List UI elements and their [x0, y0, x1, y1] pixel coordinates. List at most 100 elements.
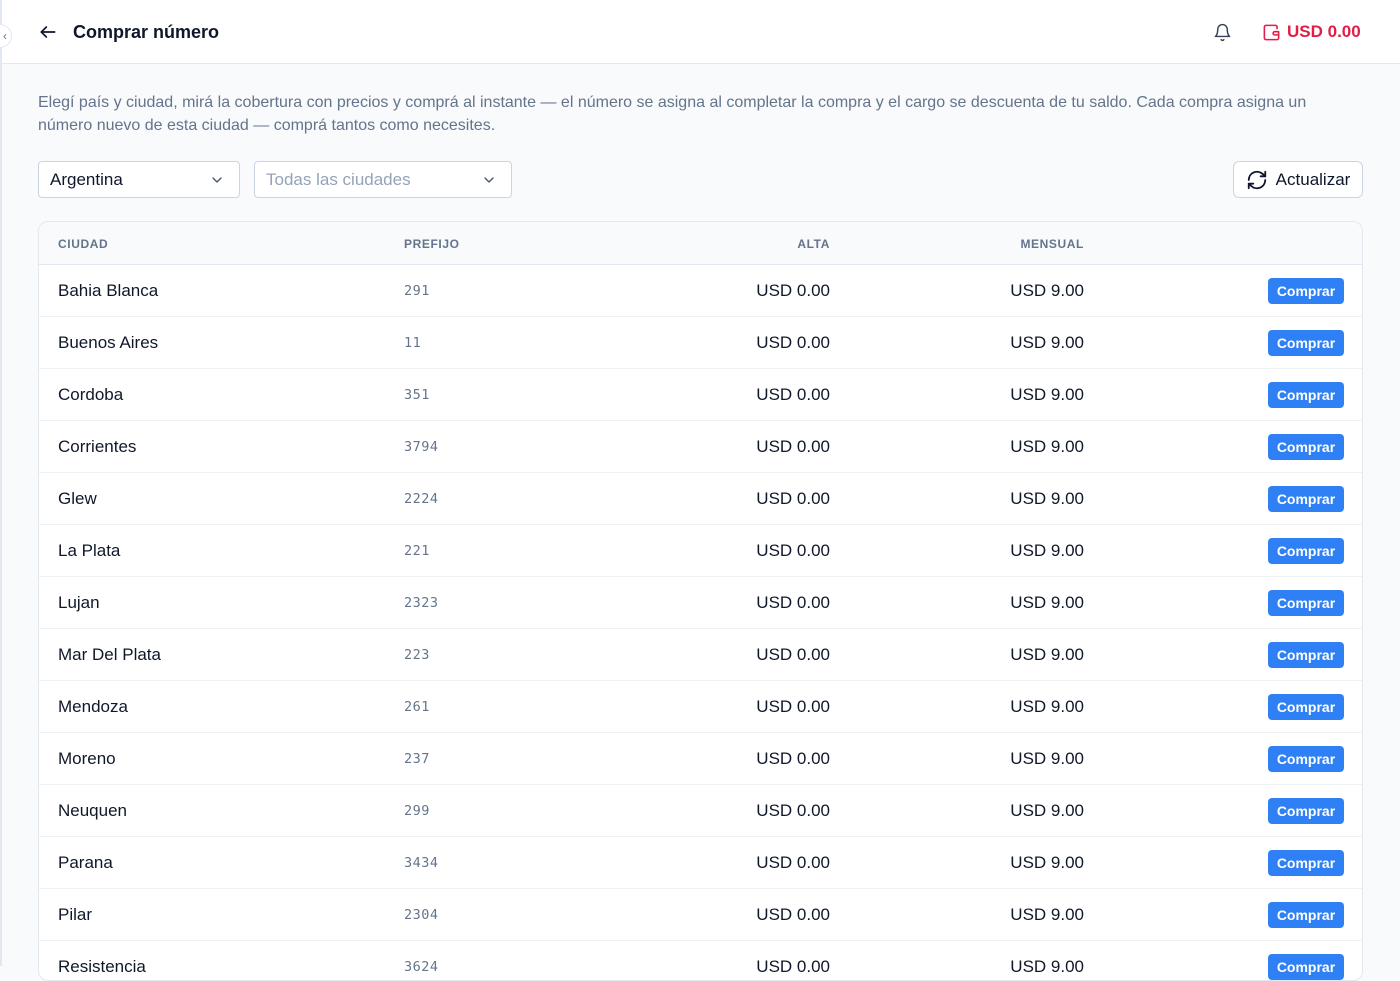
row-city: Corrientes — [58, 436, 137, 456]
column-header-city[interactable]: CIUDAD — [58, 237, 108, 251]
table-row: Parana 3434 USD 0.00 USD 9.00 Comprar — [39, 837, 1362, 889]
row-monthly-price: USD 9.00 — [1010, 904, 1084, 924]
row-monthly-price: USD 9.00 — [1010, 436, 1084, 456]
table-header: CIUDAD PREFIJO ALTA MENSUAL — [39, 222, 1362, 265]
row-monthly-price: USD 9.00 — [1010, 644, 1084, 664]
row-city: Neuquen — [58, 800, 128, 820]
row-city: Moreno — [58, 748, 116, 768]
table-row: Glew 2224 USD 0.00 USD 9.00 Comprar — [39, 473, 1362, 525]
row-prefix: 221 — [404, 542, 430, 559]
buy-button[interactable]: Comprar — [1268, 538, 1344, 564]
row-monthly-price: USD 9.00 — [1010, 696, 1084, 716]
row-alta-price: USD 0.00 — [756, 540, 830, 560]
table-row: Pilar 2304 USD 0.00 USD 9.00 Comprar — [39, 889, 1362, 941]
row-alta-price: USD 0.00 — [756, 956, 830, 976]
numbers-table: CIUDAD PREFIJO ALTA MENSUAL Bahia Blanca… — [38, 221, 1363, 981]
row-alta-price: USD 0.00 — [756, 436, 830, 456]
back-button[interactable] — [36, 20, 60, 44]
wallet-icon — [1263, 24, 1280, 40]
buy-button[interactable]: Comprar — [1268, 902, 1344, 928]
row-prefix: 291 — [404, 282, 430, 299]
row-city: Bahia Blanca — [58, 280, 159, 300]
table-row: Lujan 2323 USD 0.00 USD 9.00 Comprar — [39, 577, 1362, 629]
row-alta-price: USD 0.00 — [756, 644, 830, 664]
buy-button[interactable]: Comprar — [1268, 694, 1344, 720]
row-alta-price: USD 0.00 — [756, 904, 830, 924]
country-select-value: Argentina — [50, 169, 123, 189]
page-title: Comprar número — [73, 22, 220, 42]
buy-button[interactable]: Comprar — [1268, 382, 1344, 408]
row-city: Mar Del Plata — [58, 644, 161, 664]
buy-button[interactable]: Comprar — [1268, 590, 1344, 616]
row-city: Parana — [58, 852, 113, 872]
buy-button[interactable]: Comprar — [1268, 330, 1344, 356]
row-alta-price: USD 0.00 — [756, 332, 830, 352]
row-prefix: 223 — [404, 646, 430, 663]
row-city: Cordoba — [58, 384, 124, 404]
column-header-mensual[interactable]: MENSUAL — [1020, 237, 1084, 251]
table-row: Corrientes 3794 USD 0.00 USD 9.00 Comprar — [39, 421, 1362, 473]
row-prefix: 2304 — [404, 906, 439, 923]
row-city: Mendoza — [58, 696, 128, 716]
balance-display[interactable]: USD 0.00 — [1262, 20, 1361, 44]
buy-button[interactable]: Comprar — [1268, 798, 1344, 824]
buy-button[interactable]: Comprar — [1268, 486, 1344, 512]
row-prefix: 3624 — [404, 958, 439, 975]
row-monthly-price: USD 9.00 — [1010, 800, 1084, 820]
row-prefix: 261 — [404, 698, 430, 715]
column-header-alta[interactable]: ALTA — [797, 237, 830, 251]
row-alta-price: USD 0.00 — [756, 488, 830, 508]
city-select-placeholder: Todas las ciudades — [266, 169, 411, 189]
row-monthly-price: USD 9.00 — [1010, 540, 1084, 560]
refresh-icon — [1247, 170, 1266, 189]
refresh-button-label: Actualizar — [1275, 169, 1351, 189]
top-header: Comprar número USD 0.00 — [2, 0, 1400, 64]
city-select[interactable]: Todas las ciudades — [254, 161, 512, 198]
row-city: Lujan — [58, 592, 100, 612]
buy-button[interactable]: Comprar — [1268, 434, 1344, 460]
row-alta-price: USD 0.00 — [756, 384, 830, 404]
refresh-button[interactable]: Actualizar — [1233, 161, 1363, 198]
table-row: Neuquen 299 USD 0.00 USD 9.00 Comprar — [39, 785, 1362, 837]
chevron-left-icon: ‹ — [3, 29, 7, 43]
row-monthly-price: USD 9.00 — [1010, 748, 1084, 768]
buy-button[interactable]: Comprar — [1268, 850, 1344, 876]
row-monthly-price: USD 9.00 — [1010, 488, 1084, 508]
table-row: La Plata 221 USD 0.00 USD 9.00 Comprar — [39, 525, 1362, 577]
buy-button[interactable]: Comprar — [1268, 954, 1344, 980]
row-alta-price: USD 0.00 — [756, 280, 830, 300]
row-monthly-price: USD 9.00 — [1010, 956, 1084, 976]
row-prefix: 3794 — [404, 438, 439, 455]
buy-button[interactable]: Comprar — [1268, 746, 1344, 772]
buy-button[interactable]: Comprar — [1268, 642, 1344, 668]
row-city: Buenos Aires — [58, 332, 159, 352]
row-city: La Plata — [58, 540, 121, 560]
row-monthly-price: USD 9.00 — [1010, 592, 1084, 612]
buy-button[interactable]: Comprar — [1268, 278, 1344, 304]
row-monthly-price: USD 9.00 — [1010, 280, 1084, 300]
sidebar-edge — [0, 0, 2, 966]
row-prefix: 11 — [404, 334, 422, 351]
page-description: Elegí país y ciudad, mirá la cobertura c… — [38, 94, 1307, 134]
chevron-down-icon — [212, 177, 222, 183]
table-row: Mar Del Plata 223 USD 0.00 USD 9.00 Comprar — [39, 629, 1362, 681]
column-header-prefix[interactable]: PREFIJO — [404, 237, 460, 251]
row-alta-price: USD 0.00 — [756, 852, 830, 872]
row-prefix: 237 — [404, 750, 430, 767]
row-prefix: 3434 — [404, 854, 439, 871]
notifications-button[interactable] — [1210, 20, 1234, 44]
row-alta-price: USD 0.00 — [756, 592, 830, 612]
row-alta-price: USD 0.00 — [756, 800, 830, 820]
row-city: Resistencia — [58, 956, 146, 976]
row-monthly-price: USD 9.00 — [1010, 384, 1084, 404]
row-monthly-price: USD 9.00 — [1010, 852, 1084, 872]
row-alta-price: USD 0.00 — [756, 748, 830, 768]
row-prefix: 299 — [404, 802, 430, 819]
table-row: Buenos Aires 11 USD 0.00 USD 9.00 Comprar — [39, 317, 1362, 369]
row-prefix: 351 — [404, 386, 430, 403]
country-select[interactable]: Argentina — [38, 161, 240, 198]
table-row: Moreno 237 USD 0.00 USD 9.00 Comprar — [39, 733, 1362, 785]
chevron-down-icon — [484, 177, 494, 183]
table-row: Resistencia 3624 USD 0.00 USD 9.00 Comprar — [39, 941, 1362, 980]
row-city: Pilar — [58, 904, 93, 924]
